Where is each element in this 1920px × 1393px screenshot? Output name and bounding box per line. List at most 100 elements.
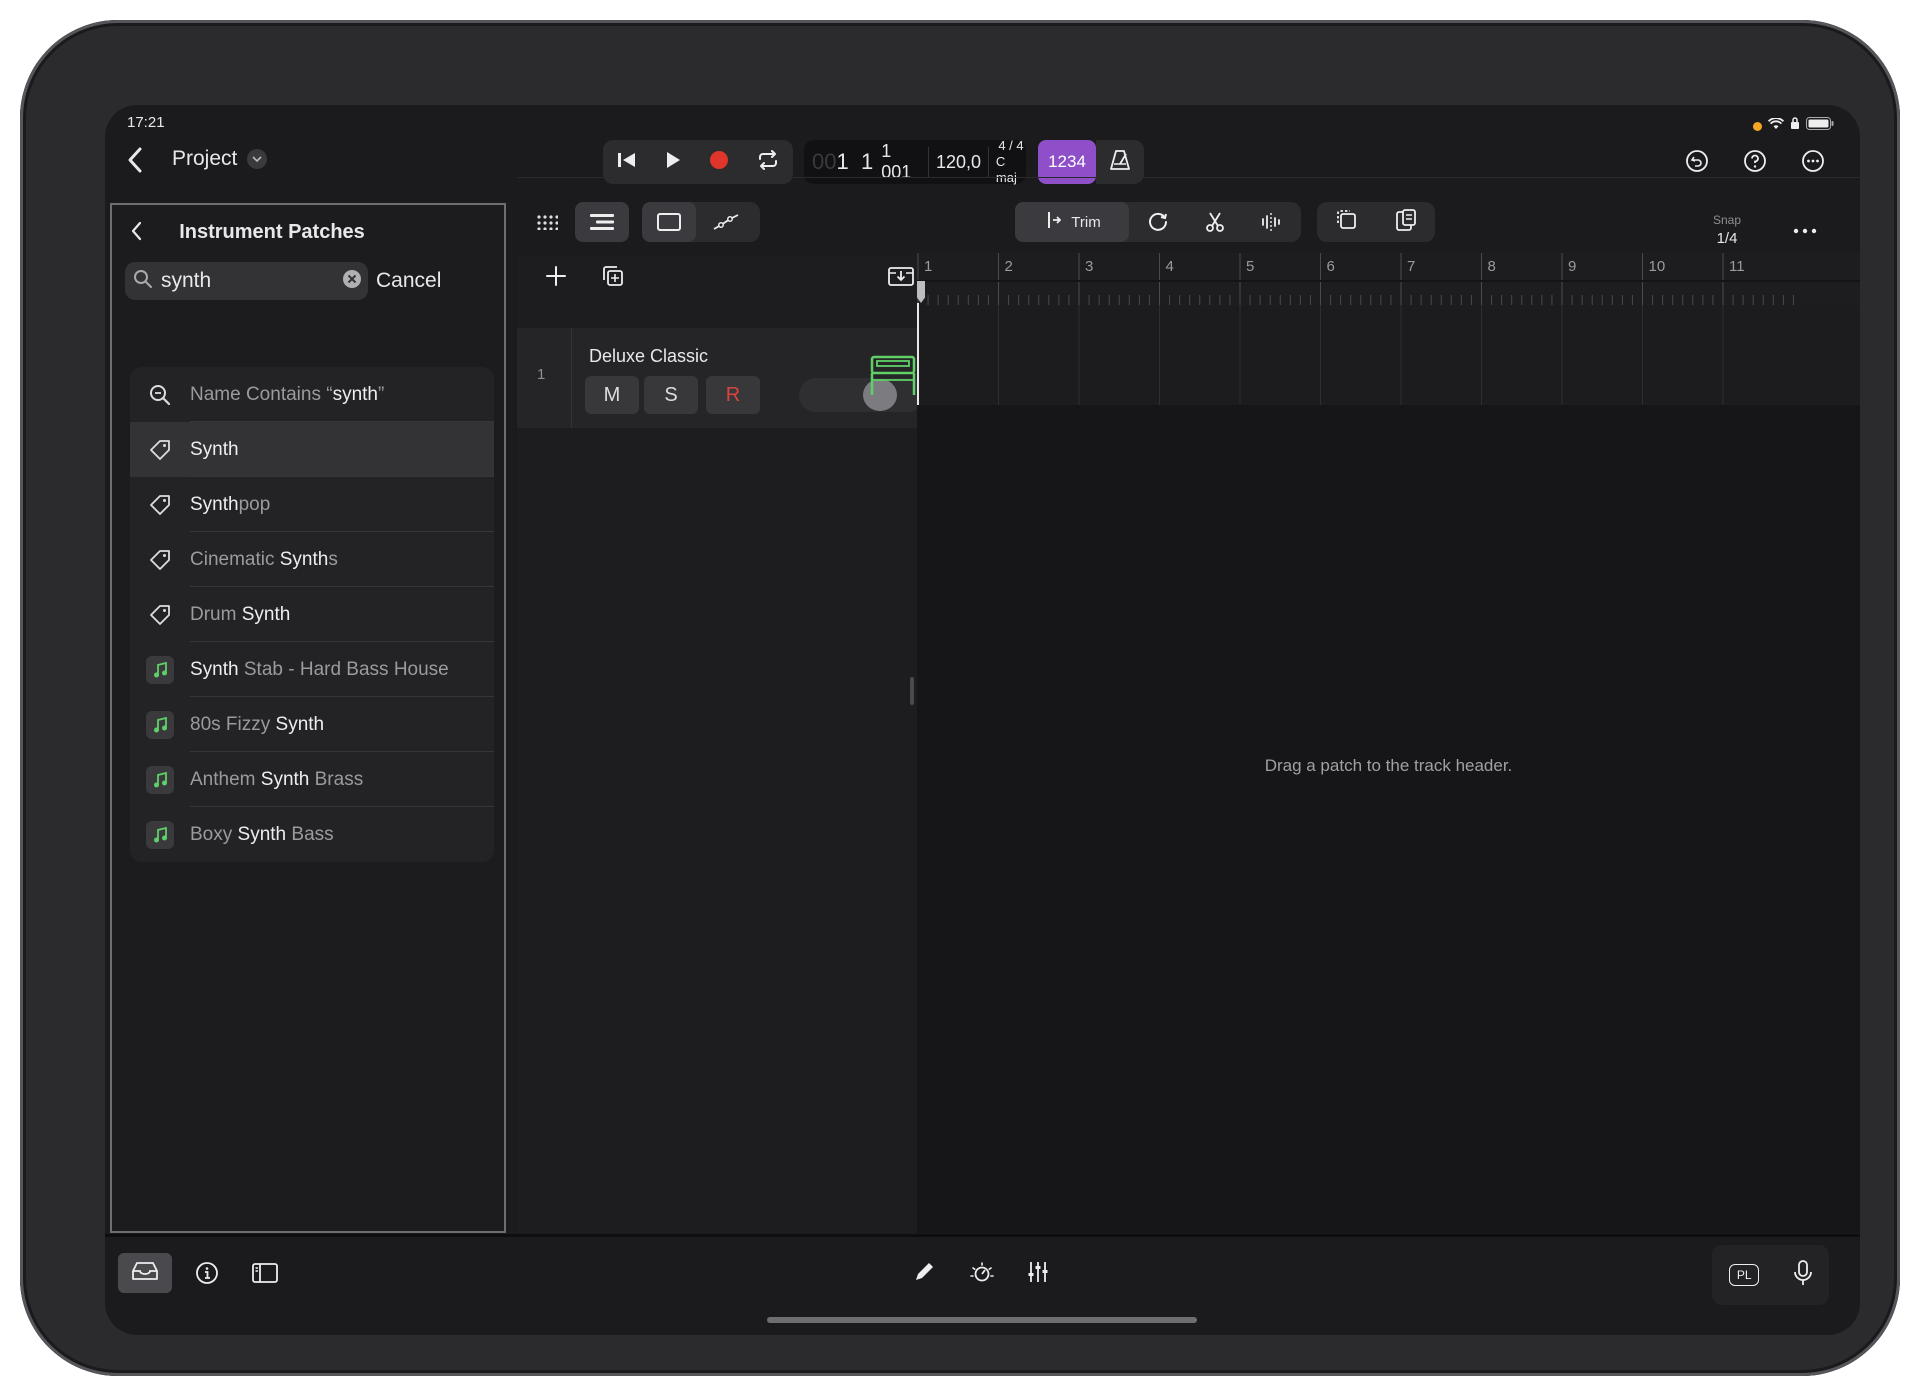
snap-label: Snap [1712,213,1742,227]
track-name: Deluxe Classic [589,346,709,366]
divider-resize-handle[interactable] [910,677,914,705]
clear-search-icon[interactable] [342,269,362,294]
lcd-position-bars: 1 1 [836,149,874,174]
bottom-divider [105,1234,1860,1237]
tracks-more-icon[interactable] [1793,221,1817,239]
label-match: Synth [275,713,325,735]
ruler-bar-number: 1 [924,258,932,275]
patch-list-item[interactable]: Boxy Synth Bass [130,807,494,862]
track-number: 1 [537,366,546,383]
browser-grid-icon[interactable] [525,202,569,242]
snap-control[interactable]: Snap 1/4 [1695,213,1759,247]
sidebar-toggle-icon[interactable] [252,1263,278,1288]
ruler-bar-number: 6 [1327,258,1335,275]
label-match: Synth [279,548,329,570]
tag-icon [130,438,190,462]
label-match: Synth [241,603,291,625]
item-label: Drum Synth [190,604,290,626]
lcd-divider [928,147,929,177]
microphone-icon[interactable] [1793,1259,1812,1291]
browser-button[interactable] [118,1253,172,1293]
item-label: Boxy Synth Bass [190,824,334,846]
item-label: 80s Fizzy Synth [190,714,324,736]
tag-icon [130,603,190,627]
help-icon[interactable] [1743,149,1767,178]
live-loops-pl-button[interactable]: PL [1729,1264,1760,1286]
header-divider [517,177,1860,178]
tag-list-item[interactable]: Synth [130,422,494,477]
tag-list-item[interactable]: Cinematic Synths [130,532,494,587]
track-row[interactable]: 1 Deluxe Classic M S R [517,328,925,428]
go-to-start-icon[interactable] [616,150,638,175]
label-match: Synth [190,658,239,680]
duplicate-track-icon[interactable] [601,264,625,293]
label-match: synth [332,383,378,405]
undo-history-icon[interactable] [1685,149,1709,178]
trim-icon [1043,210,1063,235]
track-lane[interactable] [917,305,1860,405]
loop-tool-icon[interactable] [1129,202,1187,242]
patch-list-item[interactable]: 80s Fizzy Synth [130,697,494,752]
cycle-icon[interactable] [756,149,780,175]
metronome-icon [1109,149,1131,176]
lcd-divider [988,147,989,177]
patch-list-item[interactable]: Synth Stab - Hard Bass House [130,642,494,697]
edit-tools: Trim [1015,202,1301,242]
import-icon[interactable] [888,265,914,292]
more-options-icon[interactable] [1801,149,1825,178]
info-icon[interactable] [195,1261,219,1290]
item-label: Anthem Synth Brass [190,769,363,791]
project-title: Project [172,147,238,170]
solo-button[interactable]: S [644,376,698,414]
cancel-search-button[interactable]: Cancel [376,269,441,293]
privacy-dot-icon [1753,121,1762,131]
automation-icon[interactable] [696,202,756,242]
label-match: Synth [190,493,239,515]
split-scissors-icon[interactable] [1187,202,1243,242]
chevron-down-icon [247,149,268,169]
search-input[interactable]: synth [161,269,342,293]
mixer-icon[interactable] [1027,1260,1049,1289]
record-icon[interactable] [708,149,730,176]
lcd-signature-key: 4 / 4 C maj [996,138,1026,186]
label-match: Synth [260,768,310,790]
paste-icon[interactable] [1395,208,1417,237]
play-icon[interactable] [664,150,682,175]
split-audio-icon[interactable] [1243,202,1299,242]
item-label: Name Contains “synth” [190,384,384,406]
label-prefix: Name Contains “ [190,383,333,405]
ruler-bar-number: 10 [1649,258,1666,275]
label-suffix: ” [377,383,385,405]
add-track-icon[interactable] [545,265,567,292]
name-contains-search-row[interactable]: Name Contains “synth” [130,367,494,422]
timeline-ruler[interactable]: 1 2 3 4 5 6 7 8 9 10 11 [917,253,1860,305]
label-suffix: Brass [309,768,364,790]
mute-button[interactable]: M [585,376,639,414]
tracks-view-icon[interactable] [575,202,629,242]
project-menu[interactable]: Project [172,147,268,171]
ruler-bar-number: 3 [1085,258,1093,275]
region-view-icon[interactable] [642,202,696,242]
back-button[interactable] [125,145,147,175]
lock-icon [1790,117,1800,135]
music-note-icon [130,765,190,794]
copy-icon[interactable] [1336,209,1358,236]
playhead-line [917,303,919,405]
trim-tool-button[interactable]: Trim [1015,202,1129,242]
smart-controls-icon[interactable] [969,1260,995,1291]
label-suffix: Bass [286,823,334,845]
lcd-tempo: 120,0 [935,151,982,172]
ipad-frame: 17:21 Project 00 1 1 1 001 120,0 4 / 4 C… [20,20,1900,1376]
label-prefix: Drum [190,603,242,625]
ruler-bar-number: 2 [1005,258,1013,275]
battery-icon [1806,117,1834,135]
item-label: Cinematic Synths [190,549,338,571]
search-field[interactable]: synth [125,262,368,300]
ruler-bar-number: 4 [1166,258,1174,275]
tag-list-item[interactable]: Drum Synth [130,587,494,642]
record-enable-button[interactable]: R [706,376,760,414]
pencil-icon[interactable] [913,1261,935,1288]
patch-list-item[interactable]: Anthem Synth Brass [130,752,494,807]
tag-list-item[interactable]: Synthpop [130,477,494,532]
label-prefix: 80s Fizzy [190,713,276,735]
